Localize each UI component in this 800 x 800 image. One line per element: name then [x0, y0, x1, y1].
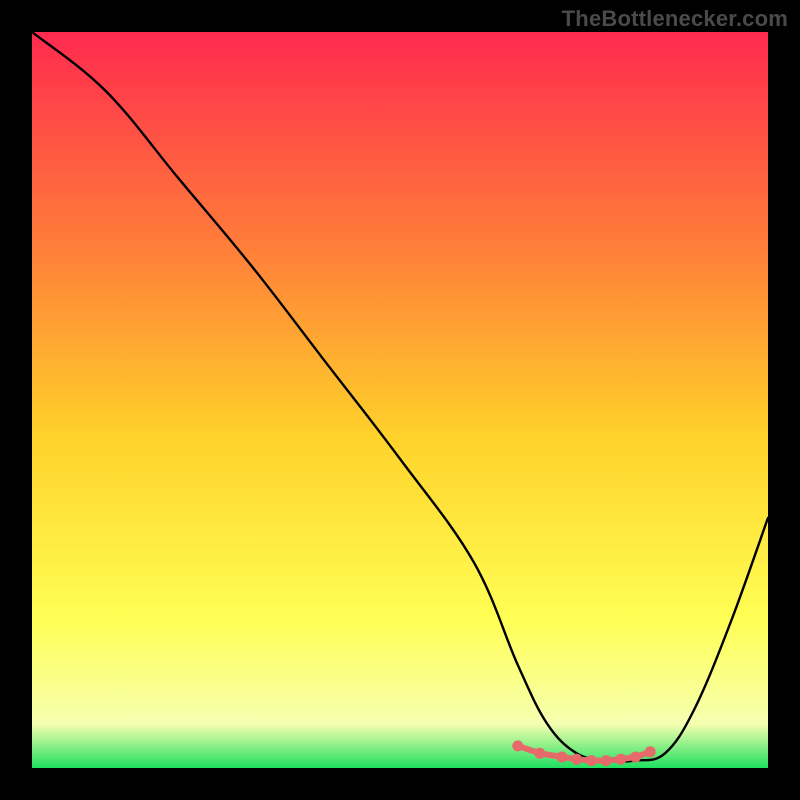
gradient-background [32, 32, 768, 768]
optimal-range-dot [645, 746, 656, 757]
optimal-range-dot [601, 755, 612, 766]
optimal-range-dot [556, 752, 567, 763]
optimal-range-dot [586, 755, 597, 766]
watermark-label: TheBottlenecker.com [562, 6, 788, 32]
optimal-range-dot [512, 740, 523, 751]
chart-svg [32, 32, 768, 768]
optimal-range-dot [534, 748, 545, 759]
optimal-range-dot [571, 754, 582, 765]
chart-frame: TheBottlenecker.com [0, 0, 800, 800]
plot-area [32, 32, 768, 768]
optimal-range-dot [630, 752, 641, 763]
optimal-range-dot [615, 754, 626, 765]
